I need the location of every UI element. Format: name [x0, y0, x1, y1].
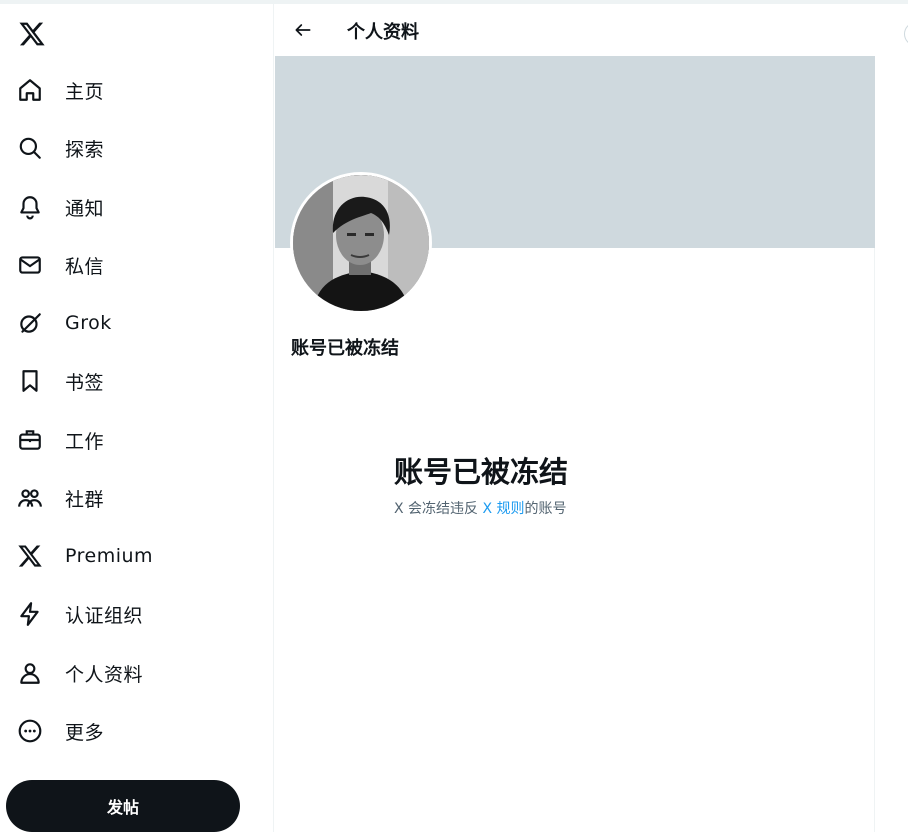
sidebar-item-messages[interactable]: 私信	[16, 243, 104, 287]
sidebar-item-notifications[interactable]: 通知	[16, 185, 104, 229]
sidebar-item-grok[interactable]: Grok	[16, 301, 112, 345]
lightning-icon	[16, 600, 44, 628]
profile-column: 个人资料 账号已被冻结 账号已被冻结 X 会冻结违反 X 规则的账号	[275, 4, 875, 832]
sidebar: 主页 探索 通知 私信 Grok 书签 工作 社群 Premium 认证组织 个…	[0, 4, 274, 832]
briefcase-icon	[16, 426, 44, 454]
communities-icon	[16, 484, 44, 512]
sidebar-item-label: 认证组织	[65, 604, 144, 627]
sidebar-item-label: 书签	[65, 371, 105, 394]
profile-header: 个人资料	[275, 4, 875, 56]
page-title: 个人资料	[347, 22, 419, 43]
bookmark-icon	[16, 367, 44, 395]
sidebar-item-label: 探索	[65, 138, 105, 161]
sidebar-item-jobs[interactable]: 工作	[16, 418, 104, 462]
sidebar-item-label: 通知	[65, 197, 105, 220]
sidebar-item-label: Grok	[65, 312, 112, 334]
back-arrow-icon[interactable]	[287, 14, 319, 46]
suspended-title: 账号已被冻结	[394, 455, 569, 489]
sidebar-item-label: Premium	[65, 545, 154, 567]
sidebar-item-profile[interactable]: 个人资料	[16, 651, 143, 695]
x-logo-icon[interactable]	[16, 18, 48, 50]
search-icon	[16, 134, 44, 162]
suspended-description: X 会冻结违反 X 规则的账号	[394, 498, 814, 518]
post-button[interactable]: 发帖	[6, 780, 240, 832]
sidebar-item-communities[interactable]: 社群	[16, 476, 104, 520]
sidebar-item-more[interactable]: 更多	[16, 709, 104, 753]
profile-name: 账号已被冻结	[291, 338, 399, 359]
sidebar-item-label: 社群	[65, 488, 105, 511]
x-logo-icon	[16, 542, 44, 570]
sidebar-item-bookmarks[interactable]: 书签	[16, 359, 104, 403]
bell-icon	[16, 193, 44, 221]
sidebar-item-premium[interactable]: Premium	[16, 534, 153, 578]
suspended-desc-suffix: 的账号	[524, 501, 567, 517]
more-circle-icon	[16, 717, 44, 745]
search-input[interactable]	[904, 22, 908, 46]
suspended-desc-prefix: X 会冻结违反	[394, 501, 483, 517]
sidebar-item-verified-orgs[interactable]: 认证组织	[16, 592, 143, 636]
sidebar-item-home[interactable]: 主页	[16, 68, 104, 112]
mail-icon	[16, 251, 44, 279]
sidebar-item-explore[interactable]: 探索	[16, 126, 104, 170]
right-sidebar	[876, 4, 908, 832]
sidebar-item-label: 私信	[65, 255, 105, 278]
sidebar-item-label: 主页	[65, 80, 105, 103]
x-rules-link[interactable]: X 规则	[483, 501, 525, 517]
person-icon	[16, 659, 44, 687]
home-icon	[16, 76, 44, 104]
grok-icon	[16, 309, 44, 337]
suspended-notice: 账号已被冻结 X 会冻结违反 X 规则的账号	[394, 454, 814, 518]
sidebar-item-label: 工作	[65, 430, 105, 453]
avatar[interactable]	[290, 172, 432, 314]
sidebar-item-label: 个人资料	[65, 663, 144, 686]
sidebar-item-label: 更多	[65, 721, 105, 744]
